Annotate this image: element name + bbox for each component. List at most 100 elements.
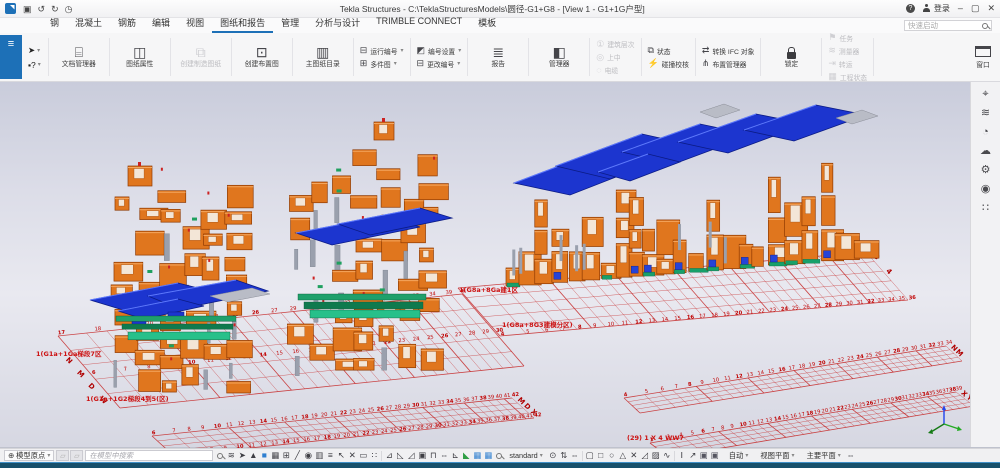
standard-dropdown[interactable]: standard▾ (506, 451, 545, 460)
snap-depth[interactable]: ⇅ (559, 450, 569, 462)
select-objects-in-components[interactable]: ▦ (270, 450, 280, 462)
menu-tab-管理[interactable]: 管理 (273, 14, 307, 33)
run-numbering-button[interactable]: ⊟运行编号▾ (360, 46, 404, 56)
snap-endpoints[interactable]: ⊿ (384, 450, 394, 462)
clip-plane[interactable]: ✕ (629, 450, 639, 462)
menu-tab-钢[interactable]: 钢 (42, 14, 67, 33)
view-plane-dropdown[interactable]: 视图平面▾ (757, 451, 797, 461)
render-wireframe[interactable]: □ (596, 450, 606, 462)
convert-ifc-objects-button[interactable]: ⇄转换 IFC 对象 (702, 46, 754, 56)
snap-plane[interactable]: ⇔ (570, 450, 580, 462)
select-lines[interactable]: ≡ (325, 450, 335, 462)
lock-button[interactable]: 锁定 (765, 35, 817, 79)
change-numbering-button[interactable]: ⊟更改编号▾ (417, 59, 462, 69)
profile-icon[interactable]: ◉ (981, 184, 991, 195)
drawing-properties-button[interactable]: ◫图纸属性 (114, 35, 166, 79)
undo-icon[interactable]: ↺ (38, 4, 46, 14)
model-scene[interactable]: 1718192026272825262729303132333473834396… (0, 82, 1000, 448)
menu-tab-视图[interactable]: 视图 (178, 14, 212, 33)
fly-mode[interactable]: ↗ (688, 450, 698, 462)
menu-tab-混凝土[interactable]: 混凝土 (67, 14, 110, 33)
section-tool[interactable]: ◿ (640, 450, 650, 462)
quick-launch[interactable] (904, 20, 992, 31)
create-layout-drawing-button[interactable]: ⊡创建布置图 (236, 35, 288, 79)
select-grids[interactable]: ▥ (314, 450, 324, 462)
pointer-help-icon[interactable]: ⌖ (982, 89, 988, 100)
select-cuts[interactable]: ✕ (347, 450, 357, 462)
help-icon[interactable]: ? (906, 4, 915, 13)
project-status-button[interactable]: ▦工程状态 (828, 72, 867, 82)
menu-tab-模板[interactable]: 模板 (470, 14, 504, 33)
hidden-lines[interactable]: ▨ (651, 450, 661, 462)
view-next-button[interactable]: ▱ (70, 450, 83, 461)
create-fabrication-drawings-button[interactable]: ⧉创建制造图纸 (175, 35, 227, 79)
snap-grid[interactable]: ▦ (472, 450, 482, 462)
tasks-button[interactable]: ⚑任务 (828, 33, 867, 43)
document-manager-button[interactable]: ⌸文档管理器 (53, 35, 105, 79)
up-center-button[interactable]: ◎上中 (596, 52, 634, 62)
building-hierarchy-button[interactable]: ①建筑层次 (596, 39, 634, 49)
inquire-tool[interactable]: ▪?▾ (28, 60, 41, 70)
organizer-button[interactable]: ◧管理器 (533, 35, 585, 79)
menu-tab-钢筋[interactable]: 钢筋 (110, 14, 144, 33)
model-search-input[interactable] (85, 450, 213, 461)
cloud-icon[interactable]: ☁ (980, 146, 991, 157)
solid-view-1[interactable]: ▣ (699, 450, 709, 462)
snap-intersections[interactable]: ▣ (417, 450, 427, 462)
numbering-settings-button[interactable]: ◩编号设置▾ (417, 46, 462, 56)
search-icon[interactable] (215, 450, 225, 462)
sequencer-button[interactable]: ≋测量器 (828, 46, 867, 56)
menu-tab-图纸和报告[interactable]: 图纸和报告 (212, 14, 273, 33)
select-views[interactable]: ▭ (358, 450, 368, 462)
master-drawing-catalog-button[interactable]: ▥主图纸目录 (297, 35, 349, 79)
close-button[interactable]: ✕ (987, 4, 995, 13)
menu-tab-TRIMBLE CONNECT[interactable]: TRIMBLE CONNECT (368, 14, 470, 33)
snap-angles[interactable]: ⊾ (450, 450, 460, 462)
minimize-button[interactable]: – (958, 4, 963, 13)
status-button[interactable]: ⧉状态 (648, 46, 689, 56)
select-points[interactable]: ◉ (303, 450, 313, 462)
solid-view-2[interactable]: ▣ (710, 450, 720, 462)
direct-modification[interactable]: ▲ (248, 450, 258, 462)
cable-button[interactable]: ◌电缆 (596, 65, 634, 75)
menu-tab-编辑[interactable]: 编辑 (144, 14, 178, 33)
render-rendered[interactable]: △ (618, 450, 628, 462)
model-3d-view[interactable]: 1718192026272825262729303132333473834396… (0, 82, 1000, 448)
view-prev-button[interactable]: ▱ (56, 450, 69, 461)
search-options-icon[interactable]: ≋ (226, 450, 236, 462)
select-components[interactable]: ⊞ (281, 450, 291, 462)
select-tool[interactable]: ➤▾ (28, 45, 41, 56)
history-icon[interactable]: ◷ (65, 4, 73, 14)
select-filter-active[interactable]: ■ (259, 450, 269, 462)
select-switch[interactable]: ➤ (237, 450, 247, 462)
select-bolts[interactable]: ∷ (369, 450, 379, 462)
ribbon-menu-tile[interactable]: ≡ (0, 35, 22, 79)
maximize-button[interactable]: ▢ (971, 4, 980, 13)
ortho-toggle[interactable]: Ⅰ (677, 450, 687, 462)
render-shaded[interactable]: ○ (607, 450, 617, 462)
login-button[interactable]: 登录 (923, 3, 950, 14)
quick-launch-input[interactable] (908, 21, 982, 30)
snap-midpoints[interactable]: ◿ (406, 450, 416, 462)
snap-override-circle[interactable]: ⊙ (548, 450, 558, 462)
select-welds[interactable]: ↖ (336, 450, 346, 462)
model-origin-button[interactable]: ⊕ 模型原点 ▾ (4, 450, 54, 461)
snap-grid-lines[interactable]: ▦ (483, 450, 493, 462)
auto-dropdown[interactable]: 自动▾ (726, 451, 752, 461)
zoom-tool[interactable] (494, 450, 504, 462)
resize-handle-icon[interactable]: ⇔ (846, 450, 856, 462)
snap-perpendicular[interactable]: ⊓ (428, 450, 438, 462)
select-parts[interactable]: ╱ (292, 450, 302, 462)
clash-check-button[interactable]: ⚡碰撞校核 (648, 59, 689, 69)
snap-free[interactable]: ◣ (461, 450, 471, 462)
redo-icon[interactable]: ↻ (51, 4, 59, 14)
multi-drawing-button[interactable]: ⊞多件图▾ (360, 59, 404, 69)
menu-tab-分析与设计[interactable]: 分析与设计 (307, 14, 368, 33)
gear-icon[interactable]: ⚙ (981, 165, 991, 176)
freight-button[interactable]: ⇥转运 (828, 59, 867, 69)
save-icon[interactable]: ▣ (23, 4, 32, 14)
window-button[interactable]: 窗口 (969, 35, 997, 79)
snap-centers[interactable]: ◺ (395, 450, 405, 462)
globe-icon[interactable]: ◔ (982, 127, 989, 138)
curve-tool[interactable]: ∿ (662, 450, 672, 462)
